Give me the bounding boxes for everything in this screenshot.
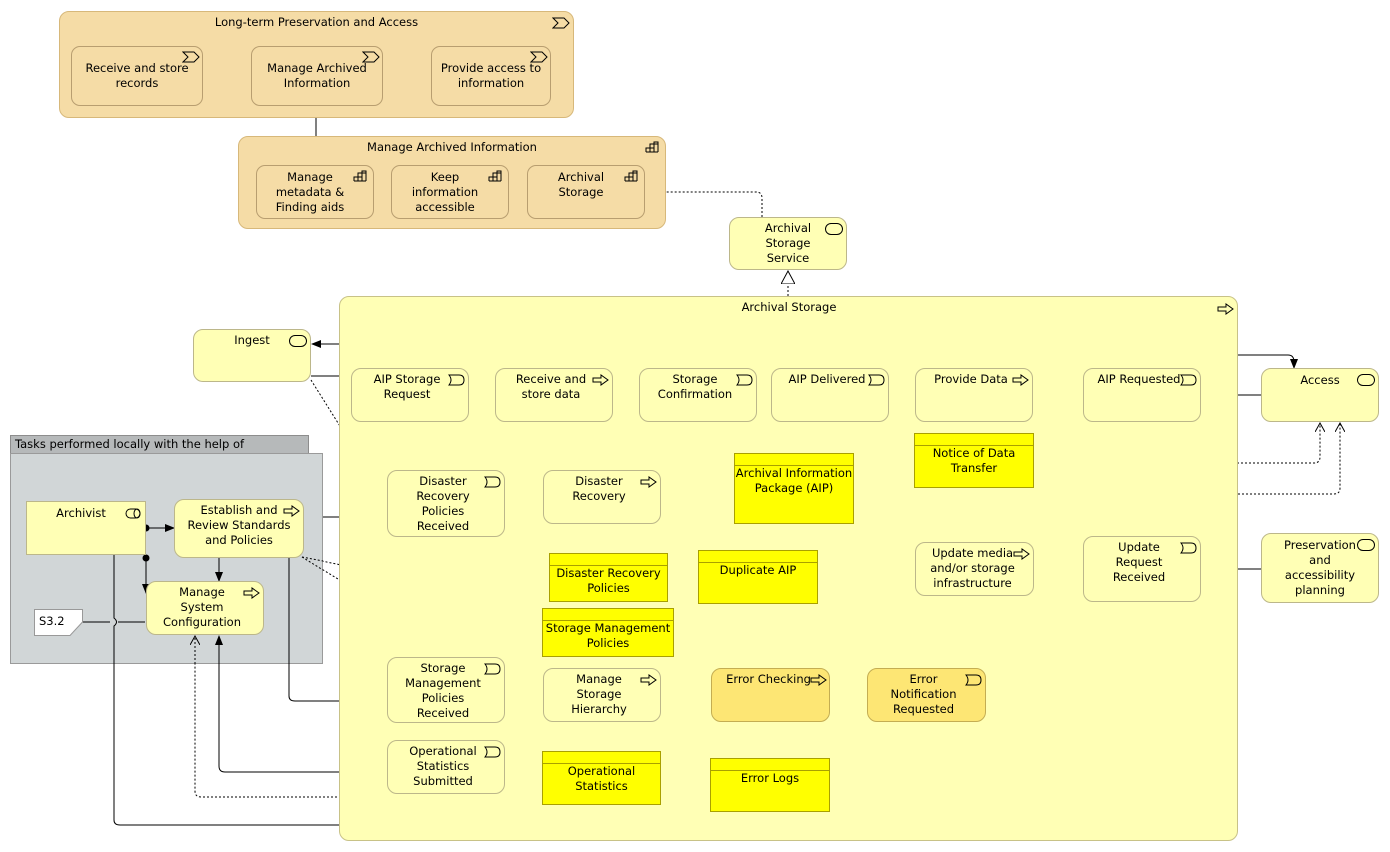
process-icon (810, 674, 827, 686)
process-receive-store-data[interactable]: Receive and store data (495, 368, 613, 422)
data-storage-management-policies[interactable]: Storage Management Policies (542, 608, 674, 657)
event-icon (484, 476, 501, 488)
event-dr-policies-received[interactable]: Disaster Recovery Policies Received (387, 470, 505, 537)
process-manage-system-configuration[interactable]: Manage System Configuration (146, 581, 264, 635)
process-icon (283, 505, 300, 517)
service-icon (1357, 539, 1375, 551)
service-icon (1357, 374, 1375, 386)
service-icon (289, 335, 307, 347)
process-icon (592, 374, 609, 386)
data-disaster-recovery-policies[interactable]: Disaster Recovery Policies (549, 553, 668, 602)
connectors-overlay (82, 524, 324, 664)
event-aip-delivered[interactable]: AIP Delivered (771, 368, 889, 422)
process-disaster-recovery[interactable]: Disaster Recovery (543, 470, 661, 524)
event-storage-confirmation[interactable]: Storage Confirmation (639, 368, 757, 422)
event-op-stats-submitted[interactable]: Operational Statistics Submitted (387, 740, 505, 794)
event-icon (868, 374, 885, 386)
event-icon (1180, 542, 1197, 554)
data-error-logs[interactable]: Error Logs (710, 758, 830, 812)
data-label: Notice of Data Transfer (932, 446, 1016, 475)
event-icon (484, 746, 501, 758)
event-error-notification-requested[interactable]: Error Notification Requested (867, 668, 986, 722)
process-icon (1012, 374, 1029, 386)
service-ingest[interactable]: Ingest (193, 329, 311, 382)
service-preservation-planning[interactable]: Preservation and accessibility planning (1261, 533, 1379, 603)
event-icon (736, 374, 753, 386)
process-icon (640, 674, 657, 686)
event-sm-policies-received[interactable]: Storage Management Policies Received (387, 657, 505, 723)
process-error-checking[interactable]: Error Checking (711, 668, 830, 722)
process-icon (243, 587, 260, 599)
role-archivist[interactable]: Archivist (26, 501, 146, 555)
data-label: Archival Information Package (AIP) (735, 466, 853, 495)
process-provide-data[interactable]: Provide Data (915, 368, 1033, 422)
data-label: Storage Management Policies (545, 621, 671, 650)
data-duplicate-aip[interactable]: Duplicate AIP (698, 550, 818, 604)
data-label: Error Logs (740, 771, 800, 785)
data-label: Duplicate AIP (719, 563, 797, 577)
note-label: S3.2 (39, 614, 65, 628)
event-icon (484, 663, 501, 675)
service-access[interactable]: Access (1261, 368, 1379, 422)
process-establish-review-standards[interactable]: Establish and Review Standards and Polic… (174, 499, 304, 558)
data-notice-of-data-transfer[interactable]: Notice of Data Transfer (914, 433, 1034, 488)
event-update-request-received[interactable]: Update Request Received (1083, 536, 1201, 602)
data-label: Operational Statistics (567, 764, 636, 793)
event-icon (965, 674, 982, 686)
event-aip-requested[interactable]: AIP Requested (1083, 368, 1201, 422)
data-operational-statistics[interactable]: Operational Statistics (542, 751, 661, 805)
process-icon (640, 476, 657, 488)
process-update-media[interactable]: Update media and/or storage infrastructu… (915, 542, 1034, 596)
event-icon (448, 374, 465, 386)
event-aip-storage-request[interactable]: AIP Storage Request (351, 368, 469, 422)
data-label: Disaster Recovery Policies (556, 566, 661, 595)
process-icon (1013, 548, 1030, 560)
process-manage-storage-hierarchy[interactable]: Manage Storage Hierarchy (543, 668, 661, 722)
data-aip[interactable]: Archival Information Package (AIP) (734, 453, 854, 524)
role-icon (125, 508, 141, 519)
event-icon (1180, 374, 1197, 386)
